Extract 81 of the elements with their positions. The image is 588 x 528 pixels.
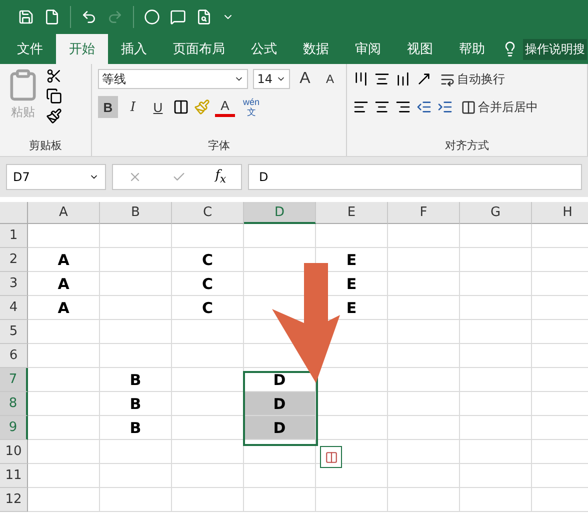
underline-button[interactable]: U [148,96,168,118]
ribbon-tab[interactable]: 帮助 [446,34,498,64]
align-center-icon[interactable] [374,99,390,115]
ribbon-tab[interactable]: 页面布局 [160,34,238,64]
group-label: 对齐方式 [444,138,490,154]
grow-font-button[interactable]: A [295,68,315,90]
group-label: 剪贴板 [28,138,63,154]
insert-function-button[interactable]: f$_{x}$ [215,168,226,186]
wrap-text-button[interactable]: 自动换行 [437,68,508,90]
row-header[interactable]: 8 [0,392,28,416]
tell-me-field[interactable]: 操作说明搜 [523,38,587,60]
name-box[interactable]: D7 [6,164,106,190]
selected-cell[interactable]: D [244,416,315,439]
ribbon-tab[interactable]: 视图 [394,34,446,64]
cell-text: E [346,298,357,316]
column-header[interactable]: H [532,202,588,224]
cell-text: D [273,370,286,388]
cell-text: C [202,250,213,268]
print-preview-icon[interactable] [196,9,212,25]
ribbon-tab[interactable]: 开始 [56,34,108,64]
cell-text: A [58,250,70,268]
column-header[interactable]: F [388,202,460,224]
cell-text: A [58,298,70,316]
save-icon[interactable] [18,9,34,25]
column-header[interactable]: G [460,202,532,224]
comment-icon[interactable] [170,9,186,25]
phonetic-button[interactable]: wén 文 [240,96,263,118]
orientation-icon[interactable] [416,71,432,87]
cell-text: B [130,394,142,412]
circle-icon[interactable] [144,9,160,25]
row-header[interactable]: 5 [0,320,28,344]
row-header[interactable]: 3 [0,272,28,296]
row-header[interactable]: 7 [0,368,28,392]
font-color-button[interactable]: A [215,97,235,117]
cell-text: E [346,274,357,292]
scissors-icon[interactable] [46,68,62,84]
column-header[interactable]: B [100,202,172,224]
ribbon-tab[interactable]: 插入 [108,34,160,64]
column-header[interactable]: D [244,202,316,224]
column-header[interactable]: E [316,202,388,224]
ribbon-tab[interactable]: 文件 [4,34,56,64]
format-painter-icon[interactable] [46,108,62,124]
row-header[interactable]: 12 [0,488,28,512]
column-header[interactable]: C [172,202,244,224]
font-size-field[interactable]: 14 [253,69,290,89]
align-right-icon[interactable] [395,99,411,115]
group-label: 字体 [207,138,231,154]
decrease-indent-icon[interactable] [416,99,432,115]
undo-icon[interactable] [81,9,97,25]
row-header[interactable]: 11 [0,464,28,488]
align-middle-icon[interactable] [374,71,390,87]
new-file-icon[interactable] [44,9,60,25]
cell-text: A [58,274,70,292]
cell-text: E [346,250,357,268]
ribbon-tab[interactable]: 数据 [290,34,342,64]
merge-center-button[interactable]: 合并后居中 [458,96,541,118]
font-name-field[interactable]: 等线 [98,69,248,89]
cell-text: B [130,418,142,436]
align-left-icon[interactable] [353,99,369,115]
shrink-font-button[interactable]: A [320,68,340,90]
cell-text: C [202,298,213,316]
bold-button[interactable]: B [98,96,118,118]
row-header[interactable]: 4 [0,296,28,320]
selected-cell[interactable]: D [244,392,315,415]
row-header[interactable]: 1 [0,224,28,248]
increase-indent-icon[interactable] [437,99,453,115]
cell-text: B [130,370,142,388]
cell-text: C [202,274,213,292]
row-header[interactable]: 2 [0,248,28,272]
row-header[interactable]: 10 [0,440,28,464]
copy-icon[interactable] [46,88,62,104]
row-header[interactable]: 6 [0,344,28,368]
ribbon-tab[interactable]: 公式 [238,34,290,64]
wrap-text-icon [440,72,455,86]
quick-analysis-button[interactable] [320,446,342,468]
formula-field[interactable]: D [248,164,582,190]
column-header[interactable]: A [28,202,100,224]
fill-color-icon[interactable] [194,99,210,115]
italic-button[interactable]: I [123,96,143,118]
row-header[interactable]: 9 [0,416,28,440]
ribbon-tab[interactable]: 审阅 [342,34,394,64]
